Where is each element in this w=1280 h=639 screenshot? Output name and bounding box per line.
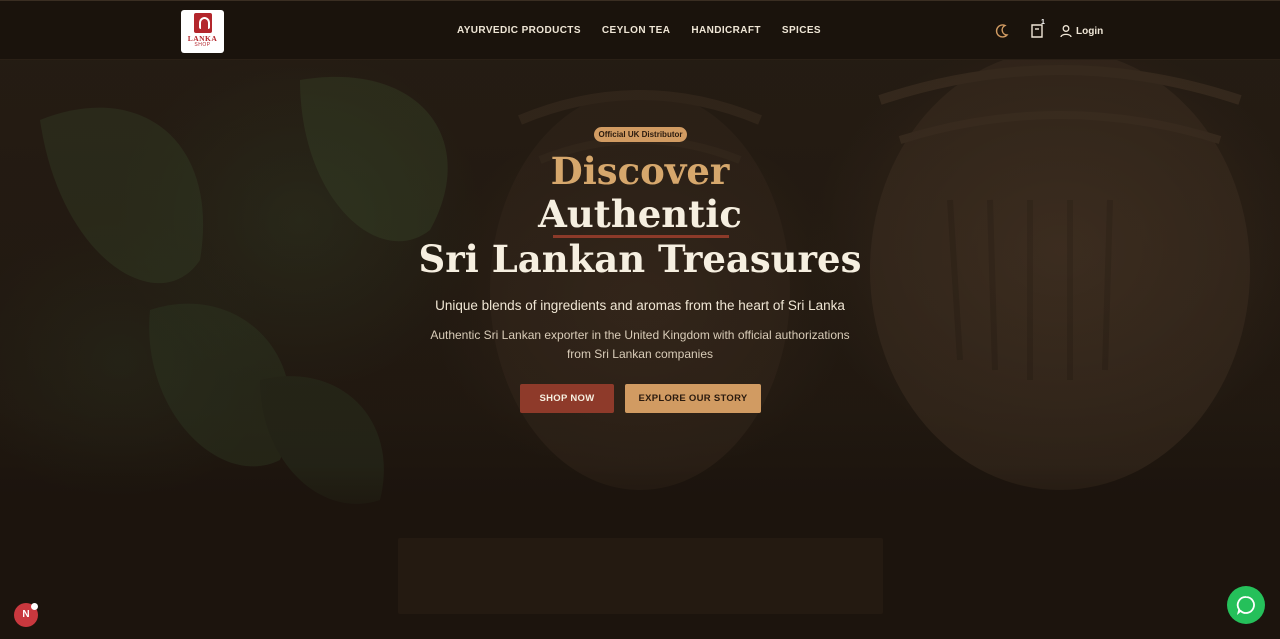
- hero-title-discover: Discover: [550, 149, 730, 193]
- moon-icon: [995, 24, 1009, 38]
- cart-count-badge: 1: [1041, 19, 1045, 26]
- nav-item-ayurvedic-products[interactable]: AYURVEDIC PRODUCTS: [457, 24, 581, 38]
- whatsapp-icon: [1236, 596, 1255, 615]
- shop-now-button[interactable]: SHOP NOW: [520, 384, 614, 413]
- logo-emblem-icon: [193, 13, 212, 33]
- explore-story-button[interactable]: EXPLORE OUR STORY: [625, 384, 761, 413]
- hero-description: Authentic Sri Lankan exporter in the Uni…: [430, 328, 850, 361]
- notification-letter: N: [22, 609, 30, 620]
- nav-item-ceylon-tea[interactable]: CEYLON TEA: [602, 24, 670, 38]
- distributor-badge: Official UK Distributor: [594, 127, 687, 142]
- hero-title-authentic: Authentic: [538, 192, 742, 236]
- cart-button[interactable]: 1: [1029, 19, 1047, 41]
- content-card-placeholder: [398, 538, 883, 614]
- nav-item-spices[interactable]: SPICES: [782, 24, 821, 38]
- logo-subtext: SHOP: [194, 42, 211, 48]
- notification-dot: [31, 603, 38, 610]
- lanka-shop-logo[interactable]: LANKA SHOP: [181, 10, 224, 53]
- hero-section: Official UK Distributor Discover Authent…: [0, 60, 1280, 639]
- login-label: Login: [1076, 25, 1104, 37]
- theme-toggle-button[interactable]: [994, 21, 1010, 41]
- nav-item-handicraft[interactable]: HANDICRAFT: [691, 24, 761, 38]
- notification-button[interactable]: N: [14, 603, 38, 627]
- site-header: LANKA SHOP AYURVEDIC PRODUCTS CEYLON TEA…: [0, 0, 1280, 60]
- user-icon: [1060, 25, 1072, 38]
- main-nav: AYURVEDIC PRODUCTS CEYLON TEA HANDICRAFT…: [457, 24, 842, 38]
- hero-title-treasures: Sri Lankan Treasures: [418, 237, 862, 281]
- whatsapp-chat-button[interactable]: [1227, 586, 1265, 624]
- hero-subtitle: Unique blends of ingredients and aromas …: [435, 298, 845, 313]
- login-button[interactable]: Login: [1060, 21, 1104, 41]
